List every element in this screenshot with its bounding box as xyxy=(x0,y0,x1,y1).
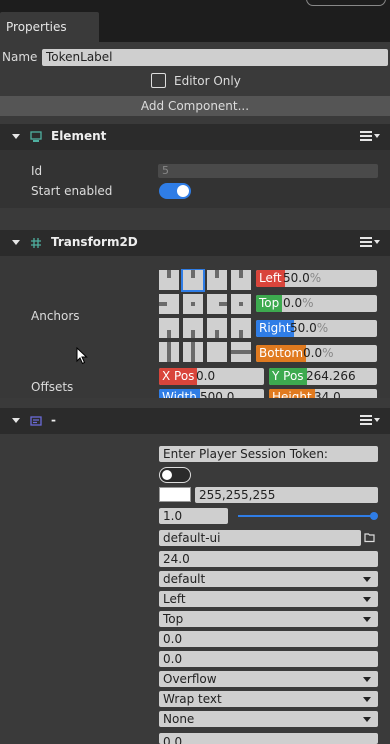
height-field[interactable]: Height 34.0 xyxy=(269,389,377,398)
left-tag: Left xyxy=(256,270,285,287)
overflow-value: Overflow xyxy=(163,672,217,686)
height-value: 34.0 xyxy=(314,390,341,398)
bottom-value: 0.0 xyxy=(303,346,323,360)
toggle-knob xyxy=(162,469,172,480)
left-value-wrap: 50.0% xyxy=(283,271,321,285)
top-value-wrap: 0.0% xyxy=(283,296,314,310)
transform2d-header[interactable]: Transform2D xyxy=(0,230,390,256)
tab-label: Properties xyxy=(6,20,67,34)
xpos-field[interactable]: X Pos 0.0 xyxy=(159,368,264,385)
element-header[interactable]: Element xyxy=(0,124,390,150)
id-label: Id xyxy=(31,164,43,178)
color-field[interactable]: 255,255,255 xyxy=(195,487,378,503)
top-unit: % xyxy=(302,296,314,310)
text-toggle[interactable] xyxy=(159,467,191,483)
menu-caret-icon[interactable] xyxy=(374,134,380,138)
text-component-header[interactable]: - xyxy=(0,408,390,434)
id-field: 5 xyxy=(158,164,378,178)
anchor-bottom-field[interactable]: Bottom 0.0% xyxy=(256,345,377,362)
element-title: Element xyxy=(51,129,107,143)
color-swatch[interactable] xyxy=(159,487,191,502)
text-component-title: - xyxy=(51,413,56,427)
h-align-dropdown[interactable]: Left xyxy=(159,591,378,607)
element-body xyxy=(0,150,390,208)
font-field[interactable]: default-ui xyxy=(159,530,361,546)
folder-icon[interactable] xyxy=(364,532,376,543)
collapse-icon[interactable] xyxy=(12,418,20,423)
text-field[interactable]: Enter Player Session Token: xyxy=(159,446,378,462)
width-tag: Width xyxy=(159,389,200,398)
wrap-value: Wrap text xyxy=(163,692,222,706)
preview-button[interactable] xyxy=(306,0,386,6)
v-align-value: Top xyxy=(163,612,184,626)
text-component-icon xyxy=(30,416,42,426)
height-tag: Height xyxy=(269,389,315,398)
collapse-icon[interactable] xyxy=(12,240,20,245)
width-field[interactable]: Width 500.0 xyxy=(159,389,264,398)
overflow-dropdown[interactable]: Overflow xyxy=(159,671,378,687)
opacity-field[interactable]: 1.0 xyxy=(159,508,228,524)
bottom-tag: Bottom xyxy=(256,345,307,362)
right-tag: Right xyxy=(256,320,294,337)
opacity-slider-handle[interactable] xyxy=(370,512,378,520)
top-tag: Top xyxy=(256,295,283,312)
start-enabled-label: Start enabled xyxy=(31,184,113,198)
name-label: Name xyxy=(2,50,38,64)
shrink-value: None xyxy=(163,712,195,726)
wrap-dropdown[interactable]: Wrap text xyxy=(159,691,378,707)
menu-icon[interactable] xyxy=(360,237,372,247)
bottom-value-wrap: 0.0% xyxy=(303,346,334,360)
h-align-value: Left xyxy=(163,592,186,606)
line-spacing-field[interactable]: 0.0 xyxy=(159,651,378,667)
anchor-grid[interactable] xyxy=(158,269,252,363)
left-unit: % xyxy=(309,271,322,285)
add-component-button[interactable]: Add Component... xyxy=(0,96,390,116)
element-icon xyxy=(30,131,42,142)
xpos-tag: X Pos xyxy=(159,368,198,385)
font-size-field[interactable]: 24.0 xyxy=(159,551,378,567)
transform-icon xyxy=(31,238,41,248)
right-value: 50.0 xyxy=(290,321,317,335)
width-value: 500.0 xyxy=(200,390,235,398)
toggle-knob xyxy=(177,185,189,197)
ypos-field[interactable]: Y Pos 264.266 xyxy=(269,368,377,385)
ypos-value: 264.266 xyxy=(306,369,356,383)
tab-properties[interactable]: Properties xyxy=(0,12,99,42)
transform2d-body: Anchors Offsets Left 50.0% Top 0.0% Righ… xyxy=(0,256,390,398)
add-component-label: Add Component... xyxy=(140,99,250,113)
editor-only-checkbox[interactable] xyxy=(151,73,166,88)
anchor-top-field[interactable]: Top 0.0% xyxy=(256,295,377,312)
editor-only-label: Editor Only xyxy=(174,74,241,88)
font-effect-value: default xyxy=(163,572,206,586)
anchors-label: Anchors xyxy=(31,309,80,323)
anchor-presets[interactable] xyxy=(158,269,252,363)
shrink-dropdown[interactable]: None xyxy=(159,711,378,727)
menu-caret-icon[interactable] xyxy=(374,418,380,422)
font-effect-dropdown[interactable]: default xyxy=(159,571,378,587)
opacity-slider-track[interactable] xyxy=(238,515,374,517)
xpos-value: 0.0 xyxy=(196,369,216,383)
anchor-right-field[interactable]: Right 50.0% xyxy=(256,320,377,337)
start-enabled-toggle[interactable] xyxy=(159,183,191,199)
right-unit: % xyxy=(316,321,329,335)
top-value: 0.0 xyxy=(283,296,303,310)
ypos-tag: Y Pos xyxy=(269,368,307,385)
name-field[interactable]: TokenLabel xyxy=(42,49,388,66)
mouse-cursor-icon xyxy=(76,347,88,365)
left-value: 50.0 xyxy=(283,271,310,285)
right-value-wrap: 50.0% xyxy=(290,321,328,335)
bottom-unit: % xyxy=(322,346,334,360)
offsets-label: Offsets xyxy=(31,380,74,394)
transform2d-title: Transform2D xyxy=(51,235,138,249)
char-spacing-field[interactable]: 0.0 xyxy=(159,631,378,647)
menu-icon[interactable] xyxy=(360,415,372,425)
menu-caret-icon[interactable] xyxy=(374,240,380,244)
anchor-left-field[interactable]: Left 50.0% xyxy=(256,270,377,287)
last-field[interactable]: 0.0 xyxy=(159,733,378,744)
collapse-icon[interactable] xyxy=(12,134,20,139)
v-align-dropdown[interactable]: Top xyxy=(159,611,378,627)
menu-icon[interactable] xyxy=(360,131,372,141)
